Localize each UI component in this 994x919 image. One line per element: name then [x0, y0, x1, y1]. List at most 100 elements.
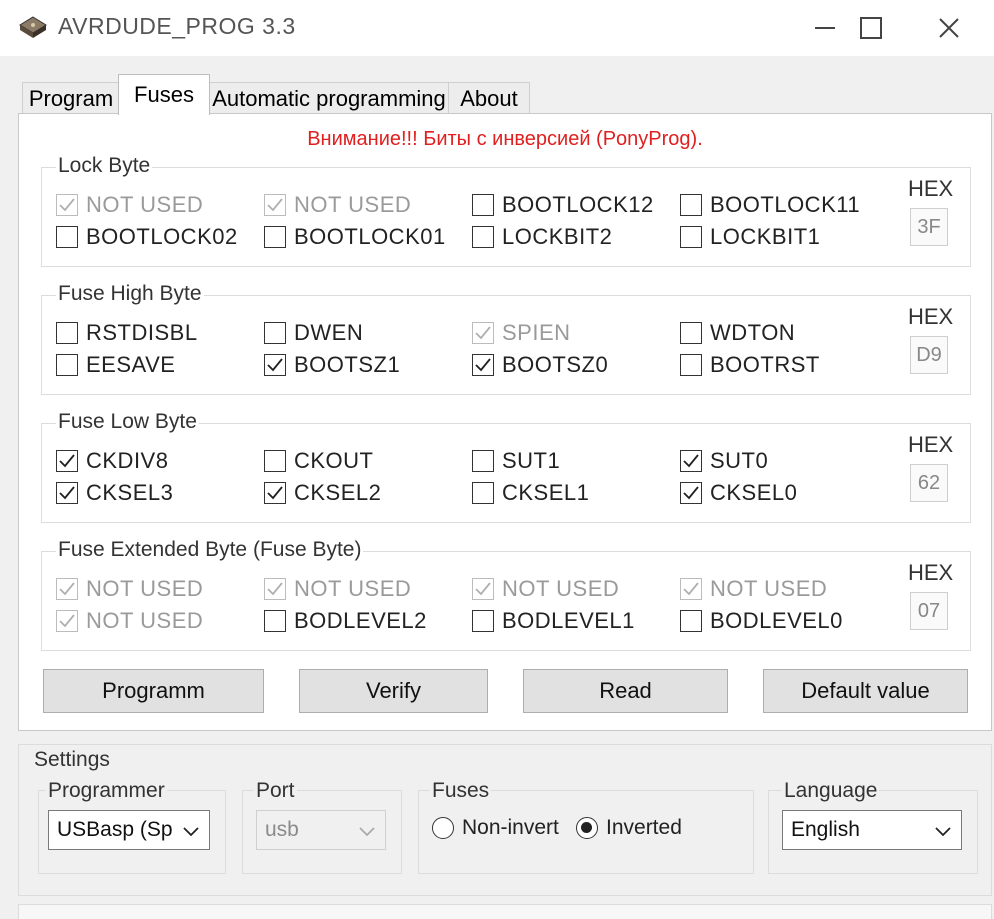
fuse-label: BOOTRST — [710, 352, 820, 377]
fuse-label: SUT1 — [502, 448, 561, 473]
checkmark-icon — [264, 482, 286, 504]
checkbox-box — [472, 194, 494, 216]
fuse-checkbox[interactable]: LOCKBIT2 — [472, 222, 680, 252]
hex-value: 62 — [910, 464, 948, 502]
fuse-label: CKSEL3 — [86, 480, 174, 505]
fuse-checkbox[interactable]: EESAVE — [56, 350, 264, 380]
tab-label: Fuses — [134, 82, 194, 107]
checkmark-icon — [680, 450, 702, 472]
read-label: Read — [599, 678, 652, 703]
fuse-checkbox[interactable]: BOOTSZ1 — [264, 350, 472, 380]
programm-label: Programm — [102, 678, 205, 703]
fuse-checkbox[interactable]: RSTDISBL — [56, 318, 264, 348]
tab-label: Program — [28, 86, 114, 111]
fuse-checkbox[interactable]: BOOTLOCK01 — [264, 222, 472, 252]
fuse-checkbox[interactable]: WDTON — [680, 318, 888, 348]
window-title: AVRDUDE_PROG 3.3 — [58, 13, 296, 39]
fuse-group: Fuse High Byte RSTDISBL DWEN SPIEN WDTON EESA… — [41, 282, 971, 395]
hex-label: HEX — [908, 176, 954, 201]
fuse-checkbox[interactable]: CKSEL1 — [472, 478, 680, 508]
programmer-label: Programmer — [46, 779, 167, 803]
hex-value: D9 — [910, 336, 948, 374]
fuse-checkbox[interactable]: CKOUT — [264, 446, 472, 476]
fuse-checkbox[interactable]: BOOTSZ0 — [472, 350, 680, 380]
tab-about[interactable]: About — [448, 82, 530, 115]
fuse-label: BODLEVEL1 — [502, 608, 635, 633]
fuse-checkbox: NOT USED — [680, 574, 888, 604]
default-value-button[interactable]: Default value — [763, 669, 968, 713]
checkbox-box — [264, 610, 286, 632]
programm-button[interactable]: Programm — [43, 669, 264, 713]
fuse-label: NOT USED — [86, 576, 204, 601]
checkbox-box — [56, 226, 78, 248]
fuse-label: BOOTLOCK02 — [86, 224, 238, 249]
hex-label: HEX — [908, 304, 954, 329]
checkmark-icon — [472, 354, 494, 376]
checkmark-icon — [472, 322, 494, 344]
warning-text: Внимание!!! Биты с инверсией (PonyProg). — [307, 128, 703, 150]
fuse-label: CKDIV8 — [86, 448, 169, 473]
tab-automatic-programming[interactable]: Automatic programming — [208, 82, 450, 115]
programmer-select[interactable]: USBasp (Sp — [48, 810, 210, 850]
checkbox-box — [56, 354, 78, 376]
fuse-checkbox[interactable]: DWEN — [264, 318, 472, 348]
read-button[interactable]: Read — [523, 669, 728, 713]
fuse-label: CKOUT — [294, 448, 374, 473]
fuse-checkbox: NOT USED — [56, 574, 264, 604]
hex-value: 07 — [910, 592, 948, 630]
checkbox-box — [472, 482, 494, 504]
chevron-down-icon — [935, 827, 951, 837]
fuse-checkbox[interactable]: SUT0 — [680, 446, 888, 476]
verify-button[interactable]: Verify — [299, 669, 488, 713]
fuse-group: Fuse Extended Byte (Fuse Byte) NOT USED NO… — [41, 538, 971, 651]
checkbox-box — [680, 354, 702, 376]
default-value-label: Default value — [801, 678, 930, 703]
fuse-label: NOT USED — [86, 192, 204, 217]
fuse-checkbox[interactable]: BODLEVEL0 — [680, 606, 888, 636]
port-label: Port — [254, 779, 297, 803]
fuse-label: WDTON — [710, 320, 796, 345]
fuse-checkbox[interactable]: CKDIV8 — [56, 446, 264, 476]
fuse-label: NOT USED — [710, 576, 828, 601]
fuse-checkbox[interactable]: BODLEVEL1 — [472, 606, 680, 636]
fuse-checkbox[interactable]: CKSEL0 — [680, 478, 888, 508]
fuse-checkbox[interactable]: LOCKBIT1 — [680, 222, 888, 252]
fuse-checkbox[interactable]: BODLEVEL2 — [264, 606, 472, 636]
checkmark-icon — [56, 194, 78, 216]
fuse-checkbox[interactable]: CKSEL2 — [264, 478, 472, 508]
fuse-label: BOOTLOCK01 — [294, 224, 446, 249]
fuse-label: NOT USED — [294, 192, 412, 217]
fuse-checkbox[interactable]: BOOTLOCK12 — [472, 190, 680, 220]
tab-fuses[interactable]: Fuses — [118, 74, 210, 115]
fuse-checkbox[interactable]: SUT1 — [472, 446, 680, 476]
settings-title: Settings — [32, 748, 112, 772]
maximize-button[interactable] — [826, 0, 916, 56]
fuse-checkbox: NOT USED — [264, 190, 472, 220]
port-select: usb — [256, 810, 386, 850]
chip-icon — [19, 16, 47, 38]
tab-program[interactable]: Program — [22, 82, 120, 115]
radio-circle — [576, 817, 598, 839]
fuse-label: NOT USED — [502, 576, 620, 601]
fuse-checkbox[interactable]: BOOTRST — [680, 350, 888, 380]
non-invert-radio[interactable]: Non-invert — [432, 814, 559, 842]
chevron-down-icon — [183, 827, 199, 837]
language-select[interactable]: English — [782, 810, 962, 850]
fuse-checkbox[interactable]: CKSEL3 — [56, 478, 264, 508]
fuse-label: BOOTLOCK11 — [710, 192, 861, 217]
close-button[interactable] — [904, 0, 994, 56]
tab-label: Automatic programming — [212, 86, 446, 111]
checkmark-icon — [56, 482, 78, 504]
inverted-radio[interactable]: Inverted — [576, 814, 682, 842]
non-invert-label: Non-invert — [462, 816, 559, 839]
fuse-label: DWEN — [294, 320, 364, 345]
fuse-checkbox[interactable]: BOOTLOCK11 — [680, 190, 888, 220]
checkbox-box — [472, 610, 494, 632]
fuse-label: RSTDISBL — [86, 320, 198, 345]
fuses-mode-label: Fuses — [430, 779, 492, 803]
checkbox-box — [680, 610, 702, 632]
fuse-label: CKSEL2 — [294, 480, 382, 505]
group-title: Lock Byte — [56, 154, 153, 178]
title-bar: AVRDUDE_PROG 3.3 — [0, 0, 994, 56]
fuse-checkbox[interactable]: BOOTLOCK02 — [56, 222, 264, 252]
